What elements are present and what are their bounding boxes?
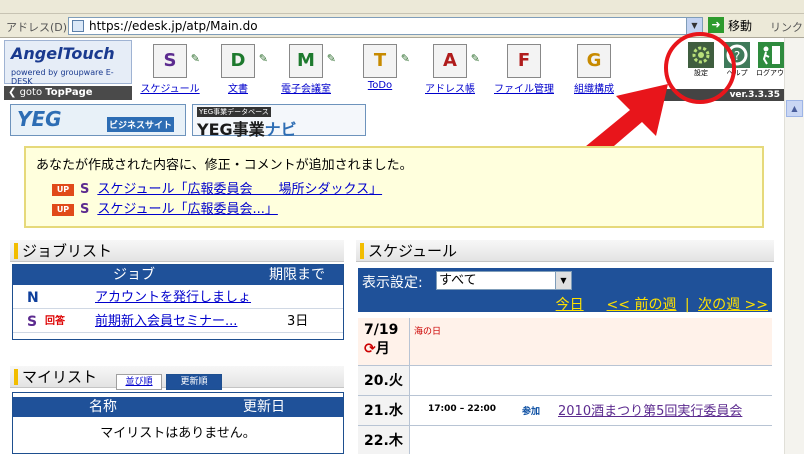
notice-link[interactable]: スケジュール「広報委員会 場所シダックス」 — [97, 182, 382, 197]
browser-toolbar — [0, 0, 804, 14]
col-updated: 更新日 — [243, 399, 285, 415]
logo-subtitle: powered by groupware E-DESK — [11, 68, 114, 86]
filter-label: 表示設定: — [362, 275, 423, 291]
schedule-day-row[interactable]: 7/19 ⟳月 海の日 — [358, 318, 772, 366]
week-navigation: 今日 << 前の週 | 次の週 >> — [556, 294, 768, 314]
schedule-day-row[interactable]: 21.水 17:00 – 22:00 参加 2010酒まつり第5回実行委員会 — [358, 396, 772, 426]
pencil-icon: ✎ — [190, 52, 200, 65]
chevron-left-icon: ❮ — [8, 87, 17, 98]
tab-sort-updated[interactable]: 更新順 — [166, 374, 222, 390]
today-link[interactable]: 今日 — [556, 297, 584, 313]
logo: AngelTouch powered by groupware E-DESK — [4, 40, 132, 86]
go-arrow-icon: ➜ — [708, 17, 724, 33]
schedule-day-row[interactable]: 22.木 — [358, 426, 772, 454]
file-icon: F — [507, 44, 541, 78]
schedule-icon: S — [80, 202, 90, 217]
exit-icon — [758, 42, 784, 68]
address-book-icon: A ✎ — [433, 44, 480, 78]
url-text: https://edesk.jp/atp/Main.do — [89, 19, 258, 33]
next-week-link[interactable]: 次の週 >> — [698, 297, 768, 313]
prev-week-link[interactable]: << 前の週 — [607, 297, 677, 313]
swirl-icon: ⟳ — [364, 341, 376, 357]
pencil-icon: ✎ — [400, 52, 410, 65]
notice-message: あなたが作成された内容に、修正・コメントが追加されました。 — [36, 158, 413, 173]
job-link[interactable]: 前期新入会員セミナー... — [95, 311, 237, 333]
pencil-icon: ✎ — [258, 52, 268, 65]
day-cell-holiday: 7/19 ⟳月 — [358, 318, 410, 365]
annotation-circle — [664, 32, 736, 104]
nav-documents-label: 文書 — [228, 84, 248, 95]
url-input[interactable]: https://edesk.jp/atp/Main.do — [68, 17, 688, 35]
address-label: アドレス(D) — [6, 21, 68, 34]
nav-meeting-room[interactable]: M ✎ 電子会議室 — [272, 42, 340, 96]
nav-meeting-label: 電子会議室 — [281, 84, 331, 95]
pencil-icon: ✎ — [470, 52, 480, 65]
mylist-header: 名称 更新日 — [13, 397, 343, 417]
todo-icon: T ✎ — [363, 44, 410, 78]
news-icon: N — [27, 290, 39, 306]
schedule-title: スケジュール — [356, 240, 774, 262]
answer-badge: 回答 — [45, 316, 65, 327]
organization-icon: G — [577, 44, 611, 78]
vertical-scrollbar[interactable]: ▲ — [784, 38, 804, 454]
links-toolbar-button[interactable]: リンク — [770, 19, 803, 35]
pencil-icon: ✎ — [326, 52, 336, 65]
goto-toppage-link[interactable]: ❮ goto TopPage — [4, 86, 132, 100]
nav-address-book[interactable]: A ✎ アドレス帳 — [416, 42, 484, 96]
nav-address-label: アドレス帳 — [425, 84, 475, 95]
notice-item: UP S スケジュール「広報委員会 場所シダックス」 — [52, 178, 382, 197]
address-bar: アドレス(D) https://edesk.jp/atp/Main.do ▼ ➜… — [0, 14, 804, 38]
meeting-icon: M ✎ — [289, 44, 336, 78]
schedule-icon: S — [80, 182, 90, 197]
col-job: ジョブ — [113, 267, 155, 283]
update-notice: あなたが作成された内容に、修正・コメントが追加されました。 UP S スケジュール「… — [24, 146, 764, 228]
notice-link[interactable]: スケジュール「広報委員会...」 — [97, 202, 278, 217]
schedule-filter-bar: 表示設定: すべて ▼ 今日 << 前の週 | 次の週 >> — [358, 268, 772, 314]
day-cell: 20.火 — [358, 366, 410, 395]
scroll-up-icon[interactable]: ▲ — [786, 100, 803, 117]
table-row: S 回答 前期新入会員セミナー... 3日 — [13, 311, 343, 333]
yeg-navi-banner[interactable]: YEG事業データベース YEG事業ナビ — [192, 104, 366, 139]
deadline-value: 3日 — [287, 314, 309, 329]
notice-item: UP S スケジュール「広報委員会...」 — [52, 198, 278, 217]
joblist-title: ジョブリスト — [10, 240, 344, 262]
holiday-label: 海の日 — [414, 327, 442, 337]
go-button[interactable]: ➜ 移動 — [708, 17, 768, 35]
col-deadline: 期限まで — [269, 267, 325, 283]
nav-documents[interactable]: D ✎ 文書 — [204, 42, 272, 96]
nav-todo[interactable]: T ✎ ToDo — [346, 42, 414, 96]
mylist-empty-message: マイリストはありません。 — [100, 426, 256, 441]
logout-label: ログアウト — [756, 69, 791, 77]
job-link[interactable]: アカウントを発行しましょ — [95, 287, 251, 309]
joblist-header: ジョブ 期限まで — [13, 265, 343, 285]
day-cell: 22.木 — [358, 426, 410, 454]
event-link[interactable]: 2010酒まつり第5回実行委員会 — [558, 400, 742, 419]
nav-schedule-label: スケジュール — [140, 84, 200, 95]
nav-todo-label: ToDo — [367, 80, 393, 91]
up-badge: UP — [52, 204, 74, 216]
nav-schedule[interactable]: S ✎ スケジュール — [136, 42, 204, 96]
schedule-icon: S ✎ — [153, 44, 200, 78]
filter-select[interactable]: すべて ▼ — [436, 271, 572, 290]
page-icon — [72, 20, 84, 32]
event-time: 17:00 – 22:00 — [428, 404, 497, 414]
document-icon: D ✎ — [221, 44, 268, 78]
logo-title: AngelTouch — [11, 44, 115, 63]
schedule-icon: S — [27, 314, 38, 330]
logout-button[interactable]: ログアウト — [756, 42, 791, 82]
yeg-business-site-banner[interactable]: YEG ビジネスサイト — [10, 104, 186, 136]
col-name: 名称 — [89, 399, 117, 415]
tab-sort-order[interactable]: 並び順 — [116, 374, 162, 390]
joblist-table: ジョブ 期限まで N アカウントを発行しましょ S 回答 前期新入会員セミナー.… — [12, 264, 344, 340]
up-badge: UP — [52, 184, 74, 196]
day-cell: 21.水 — [358, 396, 410, 425]
table-row: N アカウントを発行しましょ — [13, 287, 343, 309]
schedule-day-row[interactable]: 20.火 — [358, 366, 772, 396]
mylist-table: 名称 更新日 マイリストはありません。 — [12, 392, 344, 454]
chevron-down-icon: ▼ — [555, 272, 571, 289]
event-participation-tag: 参加 — [522, 407, 541, 417]
nav-separator: | — [684, 297, 690, 313]
